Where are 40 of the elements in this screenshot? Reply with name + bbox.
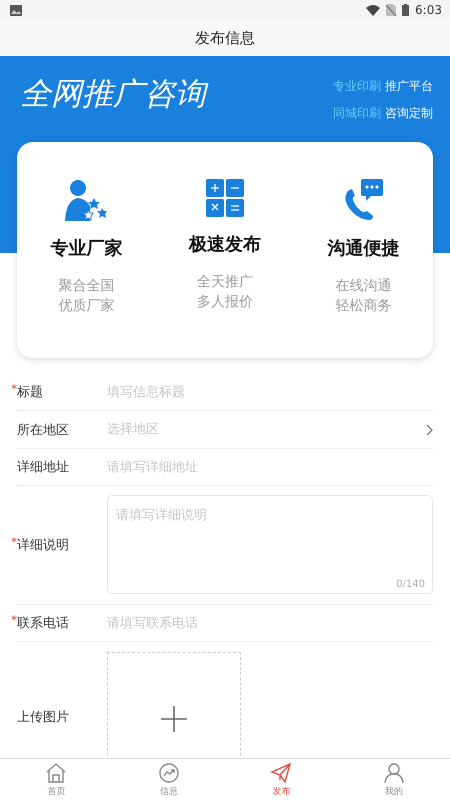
banner-title: 全网推广咨询 (20, 74, 206, 114)
home-icon[interactable] (45, 762, 68, 784)
battery-icon (402, 4, 410, 16)
banner-text: 推广平台 (385, 78, 433, 95)
field-label: 上传图片 (17, 709, 69, 726)
required-mark: * (11, 613, 17, 627)
user-icon[interactable] (382, 762, 405, 784)
field-label: 详细地址 (17, 459, 69, 476)
char-counter: 0/140 (396, 579, 425, 590)
required-mark: * (11, 382, 17, 396)
tab-item[interactable]: 我的 (338, 759, 450, 800)
field-label: 标题 (17, 384, 43, 401)
feature-description: 全天推广 多人报价 (196, 273, 253, 312)
calculator-icon (204, 178, 245, 218)
banner-text: 咨询定制 (385, 105, 433, 122)
person-stars-icon (64, 178, 108, 222)
tab-item[interactable]: 信息 (112, 759, 225, 800)
wifi-icon (366, 4, 380, 16)
plus-icon (161, 706, 187, 732)
banner-tag: 同城印刷 (333, 104, 381, 123)
banner-tag: 专业印刷 (333, 77, 381, 96)
field-label: 联系电话 (17, 615, 69, 632)
phone-chat-icon (342, 178, 385, 222)
no-sim-icon (386, 4, 396, 16)
feature-title: 沟通便捷 (328, 237, 400, 260)
paper-plane-icon[interactable] (270, 762, 292, 784)
tab-item[interactable]: 发布 (225, 759, 338, 800)
required-mark: * (11, 535, 17, 549)
status-time: 6:03 (415, 3, 442, 17)
image-icon (10, 4, 22, 16)
page-title: 发布信息 (195, 28, 255, 48)
feature-description: 在线沟通 轻松商务 (336, 277, 392, 316)
feature-description: 聚合全国 优质厂家 (58, 277, 114, 316)
trend-chart-icon[interactable] (158, 762, 180, 784)
feature-title: 极速发布 (188, 233, 261, 256)
feature-title: 专业厂家 (50, 237, 122, 260)
tab-item[interactable]: 首页 (0, 759, 112, 800)
field-label: 所在地区 (17, 422, 69, 438)
field-label: 详细说明 (17, 537, 69, 554)
chevron-right-icon[interactable] (426, 424, 433, 436)
